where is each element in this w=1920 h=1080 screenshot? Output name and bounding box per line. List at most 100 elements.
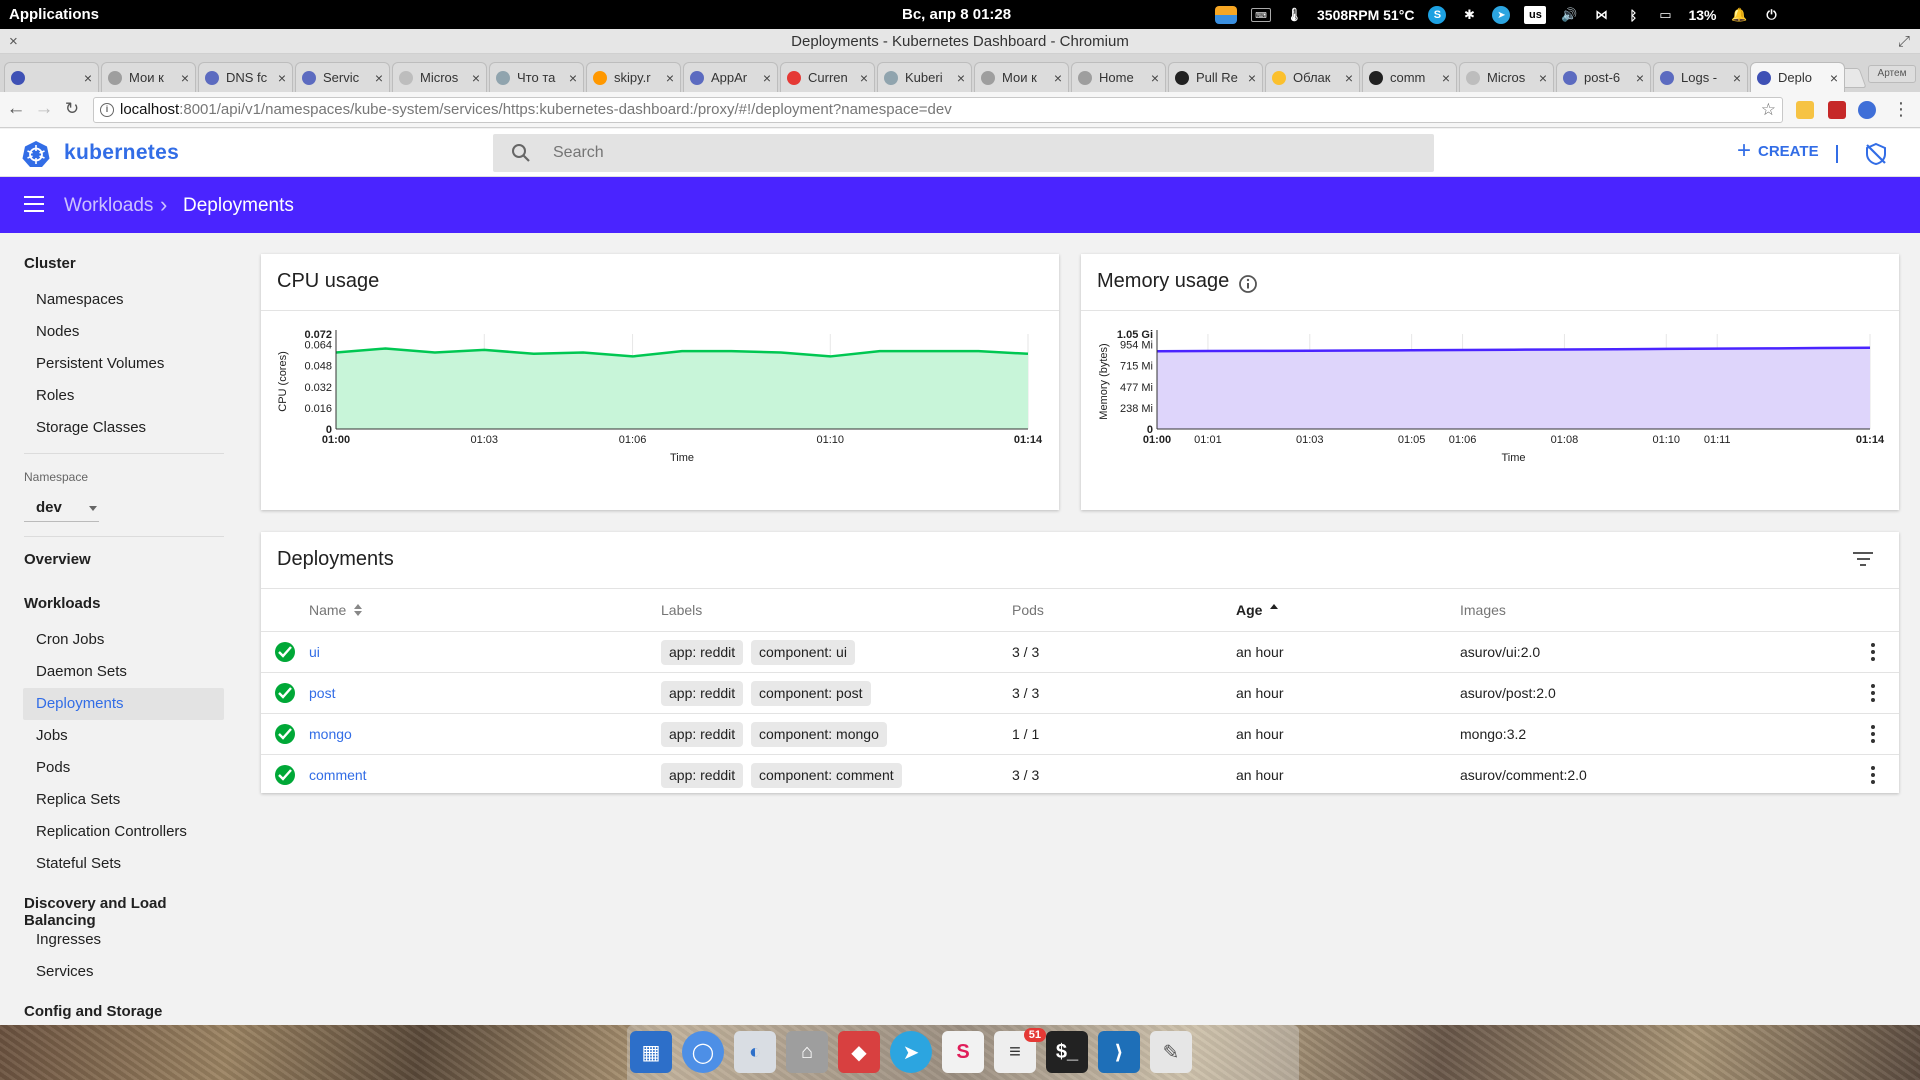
deployment-name-link[interactable]: post <box>309 685 335 701</box>
site-info-icon[interactable]: i <box>100 103 114 117</box>
brand-name[interactable]: kubernetes <box>64 141 179 165</box>
row-actions-menu-icon[interactable] <box>1871 643 1875 661</box>
browser-tab[interactable]: Kuberi × <box>877 62 972 92</box>
system-clock[interactable]: Вс, апр 8 01:28 <box>902 6 1011 23</box>
sidebar-item-stateful-sets[interactable]: Stateful Sets <box>23 848 224 880</box>
extension-icon[interactable] <box>1796 101 1814 119</box>
tab-close-icon[interactable]: × <box>1830 70 1838 86</box>
chromium-icon[interactable]: ◯ <box>682 1031 724 1073</box>
row-actions-menu-icon[interactable] <box>1871 725 1875 743</box>
sidebar-item-storage-classes[interactable]: Storage Classes <box>23 412 224 444</box>
volume-icon[interactable]: 🔊 <box>1560 6 1578 24</box>
browser-tab[interactable]: Мои к × <box>974 62 1069 92</box>
text-editor-icon[interactable]: ≡ 51 <box>994 1028 1046 1073</box>
sidebar-item-nodes[interactable]: Nodes <box>23 316 224 348</box>
browser-tab[interactable]: Logs - × <box>1653 62 1748 92</box>
browser-tab[interactable]: AppAr × <box>683 62 778 92</box>
tab-close-icon[interactable]: × <box>1539 70 1547 86</box>
tab-close-icon[interactable]: × <box>957 70 965 86</box>
tab-close-icon[interactable]: × <box>1442 70 1450 86</box>
column-header-name[interactable]: Name <box>309 602 363 618</box>
sidebar-item-overview[interactable]: Overview <box>24 551 91 568</box>
sidebar-item-namespaces[interactable]: Namespaces <box>23 284 224 316</box>
browser-tab[interactable]: skipy.r × <box>586 62 681 92</box>
browser-tab[interactable]: Deplo × <box>1750 62 1845 92</box>
sidebar-item-pods[interactable]: Pods <box>23 752 224 784</box>
tab-close-icon[interactable]: × <box>763 70 771 86</box>
back-arrow-icon[interactable]: ← <box>4 97 28 121</box>
tab-close-icon[interactable]: × <box>84 70 92 86</box>
tab-close-icon[interactable]: × <box>1054 70 1062 86</box>
browser-tab[interactable]: Что та × <box>489 62 584 92</box>
tab-close-icon[interactable]: × <box>1733 70 1741 86</box>
sidebar-item-ingresses[interactable]: Ingresses <box>23 924 224 956</box>
browser-tab[interactable]: Servic × <box>295 62 390 92</box>
tab-close-icon[interactable]: × <box>1636 70 1644 86</box>
breadcrumb-workloads[interactable]: Workloads <box>64 195 153 217</box>
telegram-tray-icon[interactable]: ➤ <box>1492 6 1511 24</box>
tab-close-icon[interactable]: × <box>1345 70 1353 86</box>
tab-close-icon[interactable]: × <box>1151 70 1159 86</box>
logout-icon[interactable] <box>1864 142 1888 166</box>
sidebar-item-jobs[interactable]: Jobs <box>23 720 224 752</box>
terminal-icon[interactable]: $_ <box>1046 1031 1088 1073</box>
row-actions-menu-icon[interactable] <box>1871 766 1875 784</box>
info-icon[interactable] <box>1238 274 1258 294</box>
browser-tab[interactable]: Micros × <box>392 62 487 92</box>
create-button[interactable]: + CREATE <box>1737 139 1819 163</box>
browser-tab[interactable]: Облак × <box>1265 62 1360 92</box>
notification-bell-icon[interactable]: 🔔 <box>1730 6 1748 24</box>
search-bar[interactable] <box>493 134 1434 172</box>
keyboard-icon[interactable]: ⌨ <box>1251 8 1271 22</box>
network-icon[interactable]: ⋈ <box>1592 6 1610 24</box>
weather-icon[interactable] <box>1215 6 1237 24</box>
slack-icon[interactable]: S <box>942 1031 984 1073</box>
browser-tab[interactable]: Home × <box>1071 62 1166 92</box>
deployment-name-link[interactable]: comment <box>309 767 367 783</box>
sidebar-item-replica-sets[interactable]: Replica Sets <box>23 784 224 816</box>
gear-icon[interactable]: ✱ <box>1460 6 1478 24</box>
tab-close-icon[interactable]: × <box>278 70 286 86</box>
notes-icon[interactable]: ✎ <box>1150 1031 1192 1073</box>
row-actions-menu-icon[interactable] <box>1871 684 1875 702</box>
keyboard-layout-indicator[interactable]: us <box>1524 6 1547 24</box>
kubernetes-logo-icon[interactable] <box>22 140 50 168</box>
filter-icon[interactable] <box>1853 552 1873 568</box>
telegram-icon[interactable]: ➤ <box>890 1031 932 1073</box>
browser-tab[interactable]: Мои к × <box>101 62 196 92</box>
namespace-select[interactable]: dev <box>24 494 99 522</box>
applications-menu[interactable]: Applications <box>9 6 99 23</box>
tab-close-icon[interactable]: × <box>569 70 577 86</box>
bluetooth-icon[interactable]: ᛒ <box>1624 6 1642 24</box>
sidebar-item-cron-jobs[interactable]: Cron Jobs <box>23 624 224 656</box>
search-input[interactable] <box>553 134 1403 172</box>
browser-tab[interactable]: post-6 × <box>1556 62 1651 92</box>
address-bar[interactable]: i localhost:8001/api/v1/namespaces/kube-… <box>93 97 1783 123</box>
browser-tab[interactable]: Curren × <box>780 62 875 92</box>
reload-icon[interactable]: ↻ <box>60 97 84 121</box>
vscode-icon[interactable]: ⟩ <box>1098 1031 1140 1073</box>
sidebar-heading-cluster[interactable]: Cluster <box>24 255 76 272</box>
tab-close-icon[interactable]: × <box>860 70 868 86</box>
deployment-name-link[interactable]: mongo <box>309 726 352 742</box>
bookmark-star-icon[interactable]: ☆ <box>1761 98 1776 122</box>
tab-close-icon[interactable]: × <box>375 70 383 86</box>
home-folder-icon[interactable]: ⌂ <box>786 1031 828 1073</box>
settings-toggle-icon[interactable]: ◐ <box>734 1031 776 1073</box>
tab-close-icon[interactable]: × <box>472 70 480 86</box>
browser-menu-icon[interactable]: ⋮ <box>1889 97 1913 121</box>
skype-icon[interactable]: S <box>1428 6 1447 24</box>
tab-close-icon[interactable]: × <box>181 70 189 86</box>
sidebar-item-deployments[interactable]: Deployments <box>23 688 224 720</box>
profile-button[interactable]: Артем <box>1868 65 1916 83</box>
battery-icon[interactable]: ▭ <box>1656 6 1674 24</box>
tab-close-icon[interactable]: × <box>1248 70 1256 86</box>
browser-tab[interactable]: DNS fc × <box>198 62 293 92</box>
sidebar-item-daemon-sets[interactable]: Daemon Sets <box>23 656 224 688</box>
git-client-icon[interactable]: ◆ <box>838 1031 880 1073</box>
workspaces-icon[interactable]: ▦ <box>630 1031 672 1073</box>
ublock-extension-icon[interactable] <box>1828 101 1846 119</box>
browser-tab[interactable]: Micros × <box>1459 62 1554 92</box>
browser-tab[interactable]: Pull Re × <box>1168 62 1263 92</box>
sidebar-heading-config-storage[interactable]: Config and Storage <box>24 1003 162 1020</box>
